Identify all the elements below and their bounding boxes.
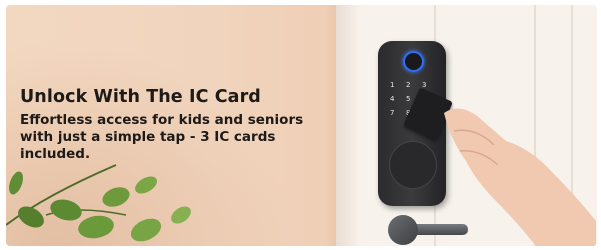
fingerprint-sensor-icon [403, 51, 424, 72]
door-handle-rose [388, 215, 418, 245]
keypad-key: 2 [406, 81, 411, 89]
product-banner: Unlock With The IC Card Effortless acces… [6, 5, 597, 246]
door-frame [336, 5, 358, 246]
hand-image [444, 108, 596, 246]
headline: Unlock With The IC Card [20, 87, 261, 107]
keypad-key: 5 [406, 95, 411, 103]
keypad-key: 4 [390, 95, 395, 103]
lock-cover [389, 141, 437, 189]
keypad-key: 7 [390, 109, 395, 117]
plant-leaves-image [6, 164, 191, 242]
description: Effortless access for kids and seniors w… [20, 112, 304, 162]
keypad-key: 1 [390, 81, 395, 89]
